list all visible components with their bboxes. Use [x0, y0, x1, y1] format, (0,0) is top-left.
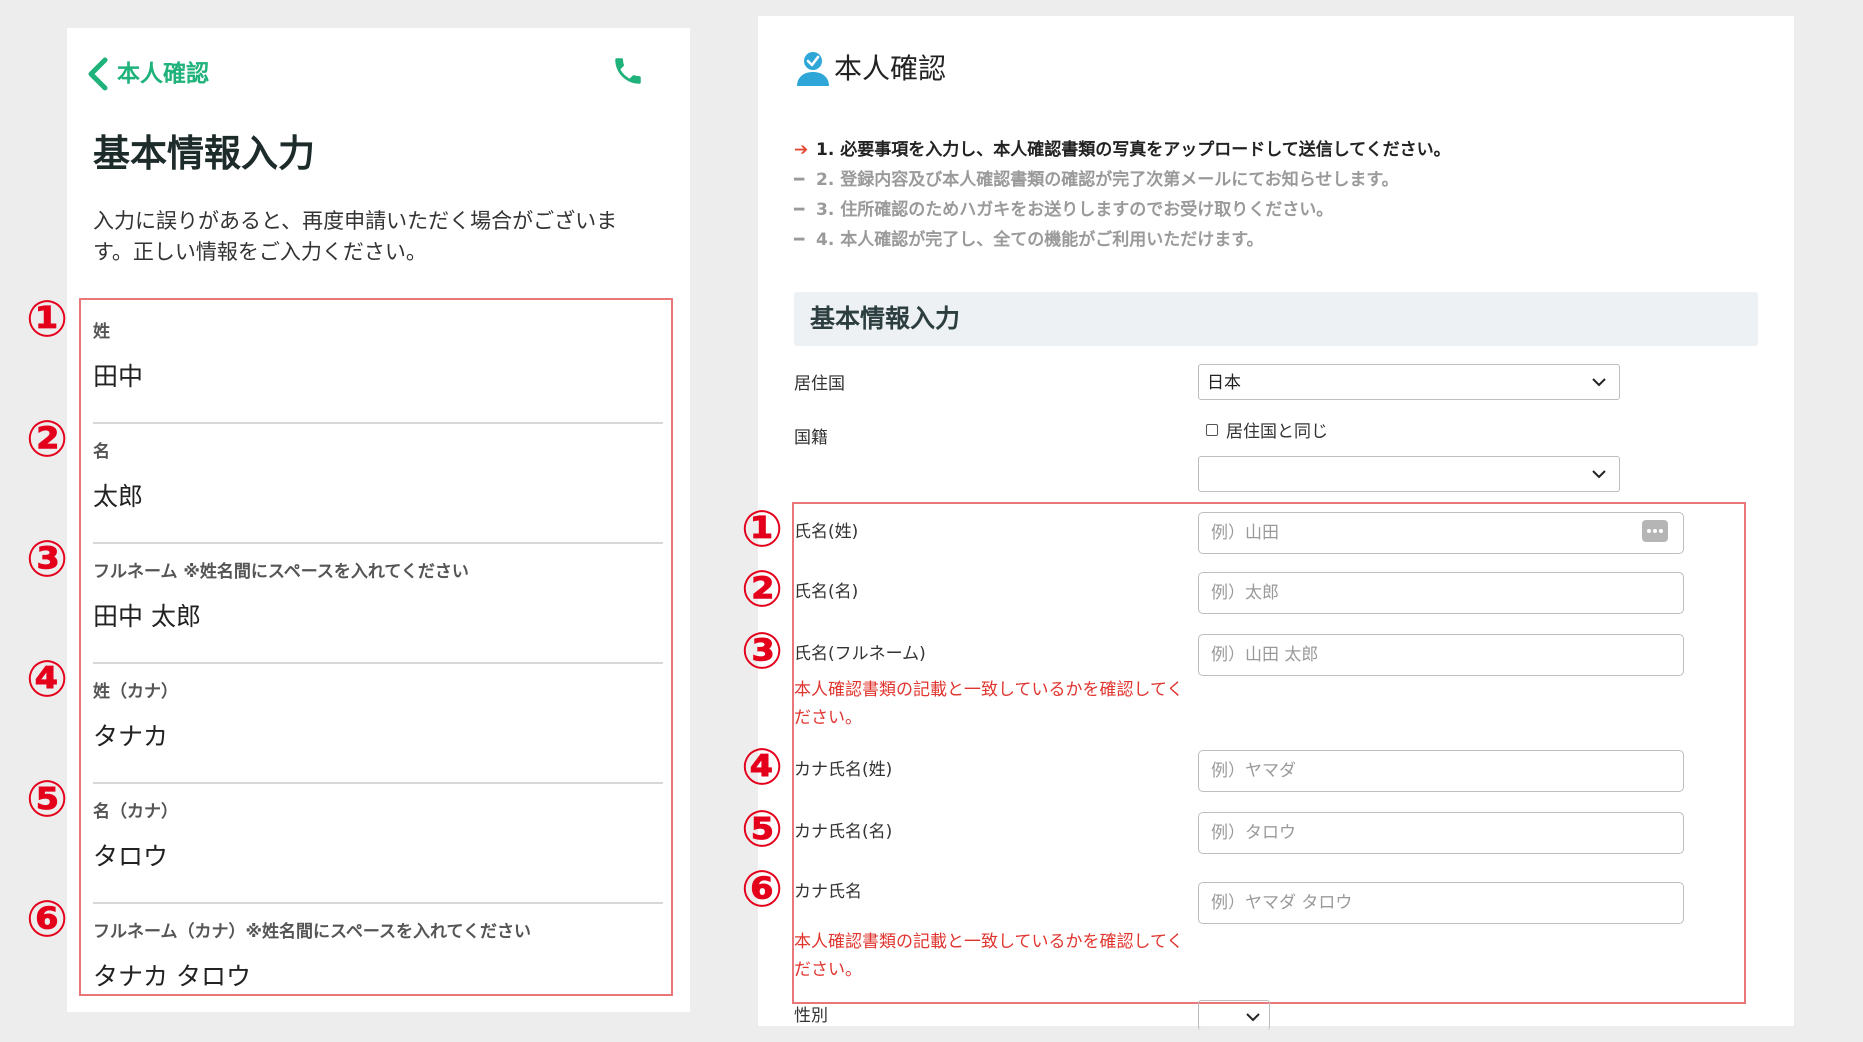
step-text: 4. 本人確認が完了し、全ての機能がご利用いただけます。	[816, 230, 1264, 250]
field-label: フルネーム ※姓名間にスペースを入れてください	[93, 562, 469, 582]
field-full-name[interactable]: フルネーム ※姓名間にスペースを入れてください 田中 太郎	[93, 544, 663, 664]
field-value[interactable]: 田中 太郎	[93, 598, 201, 636]
marker-number: ⑥	[25, 890, 69, 948]
marker-number: ⑤	[740, 800, 784, 858]
desktop-panel: 本人確認 ➔ 1. 必要事項を入力し、本人確認書類の写真をアップロードして送信して…	[758, 16, 1794, 1030]
full-name-note: 本人確認書類の記載と一致しているかを確認してください。	[794, 680, 1184, 728]
kana-first-name-label: カナ氏名(名)	[794, 822, 893, 842]
marker-number: ②	[25, 410, 69, 468]
field-label: 姓（カナ）	[93, 682, 178, 702]
same-as-residence-checkbox[interactable]	[1206, 424, 1218, 436]
residence-label: 居住国	[794, 374, 845, 394]
step-1: ➔ 1. 必要事項を入力し、本人確認書類の写真をアップロードして送信してください。	[794, 138, 1451, 162]
marker-number: ④	[25, 650, 69, 708]
field-value[interactable]: 田中	[93, 358, 143, 396]
field-label: 名	[93, 442, 110, 462]
marker-number: ③	[740, 622, 784, 680]
nationality-label: 国籍	[794, 428, 828, 448]
full-name-label: 氏名(フルネーム)	[794, 644, 926, 664]
step-4: ━ 4. 本人確認が完了し、全ての機能がご利用いただけます。	[794, 228, 1264, 252]
field-value[interactable]: タナカ タロウ	[93, 958, 251, 996]
step-text: 3. 住所確認のためハガキをお送りしますのでお受け取りください。	[816, 200, 1334, 220]
field-value[interactable]: タロウ	[93, 838, 168, 876]
dash-icon: ━	[794, 200, 805, 220]
header-title[interactable]: 本人確認	[117, 56, 209, 92]
step-text: 2. 登録内容及び本人確認書類の確認が完了次第メールにてお知らせします。	[816, 170, 1399, 190]
marker-number: ①	[25, 290, 69, 348]
user-check-icon	[797, 52, 829, 86]
residence-value: 日本	[1207, 373, 1241, 393]
kana-full-name-note: 本人確認書類の記載と一致しているかを確認してください。	[794, 932, 1184, 980]
full-name-input[interactable]	[1198, 634, 1684, 676]
field-first-name-kana[interactable]: 名（カナ） タロウ	[93, 784, 663, 904]
marker-number: ②	[740, 560, 784, 618]
section-title: 基本情報入力	[810, 304, 961, 333]
page-description: 入力に誤りがあると、再度申請いただく場合がございます。正しい情報をご入力ください…	[93, 209, 618, 264]
chevron-down-icon	[1592, 470, 1606, 479]
page-title: 本人確認	[834, 52, 947, 85]
first-name-input[interactable]	[1198, 572, 1684, 614]
arrow-right-icon: ➔	[794, 140, 809, 160]
phone-icon[interactable]	[611, 54, 645, 88]
chevron-down-icon	[1246, 1013, 1260, 1022]
field-value[interactable]: 太郎	[93, 478, 143, 516]
chevron-left-icon[interactable]	[85, 56, 113, 92]
dash-icon: ━	[794, 230, 805, 250]
section-header: 基本情報入力	[794, 292, 1758, 346]
kana-first-name-input[interactable]	[1198, 812, 1684, 854]
mobile-panel: 本人確認 基本情報入力 入力に誤りがあると、再度申請いただく場合がございます。正…	[67, 28, 690, 1012]
dash-icon: ━	[794, 170, 805, 190]
field-label: 名（カナ）	[93, 802, 178, 822]
field-first-name[interactable]: 名 太郎	[93, 424, 663, 544]
field-last-name-kana[interactable]: 姓（カナ） タナカ	[93, 664, 663, 784]
residence-select[interactable]: 日本	[1198, 364, 1620, 400]
last-name-input[interactable]	[1198, 512, 1684, 554]
chevron-down-icon	[1592, 378, 1606, 387]
first-name-label: 氏名(名)	[794, 582, 859, 602]
step-3: ━ 3. 住所確認のためハガキをお送りしますのでお受け取りください。	[794, 198, 1333, 222]
field-value[interactable]: タナカ	[93, 718, 168, 756]
same-as-residence-row[interactable]: 居住国と同じ	[1206, 420, 1328, 444]
kana-last-name-label: カナ氏名(姓)	[794, 760, 893, 780]
checkbox-label: 居住国と同じ	[1226, 422, 1328, 442]
field-full-name-kana[interactable]: フルネーム（カナ）※姓名間にスペースを入れてください タナカ タロウ	[93, 904, 663, 1024]
nationality-select[interactable]	[1198, 456, 1620, 492]
kana-last-name-input[interactable]	[1198, 750, 1684, 792]
field-last-name[interactable]: 姓 田中	[93, 304, 663, 424]
step-text: 1. 必要事項を入力し、本人確認書類の写真をアップロードして送信してください。	[816, 140, 1451, 160]
marker-number: ⑤	[25, 770, 69, 828]
page-title: 基本情報入力	[93, 132, 315, 175]
kana-full-name-input[interactable]	[1198, 882, 1684, 924]
marker-number: ①	[740, 500, 784, 558]
step-2: ━ 2. 登録内容及び本人確認書類の確認が完了次第メールにてお知らせします。	[794, 168, 1399, 192]
field-label: 姓	[93, 322, 110, 342]
gender-label: 性別	[794, 1006, 828, 1026]
mobile-header: 本人確認	[67, 28, 690, 118]
field-label: フルネーム（カナ）※姓名間にスペースを入れてください	[93, 922, 531, 942]
kana-full-name-label: カナ氏名	[794, 882, 862, 902]
marker-number: ⑥	[740, 860, 784, 918]
marker-number: ③	[25, 530, 69, 588]
more-dots-icon[interactable]	[1642, 520, 1668, 542]
last-name-label: 氏名(姓)	[794, 522, 859, 542]
gender-select[interactable]	[1198, 1000, 1270, 1030]
marker-number: ④	[740, 738, 784, 796]
